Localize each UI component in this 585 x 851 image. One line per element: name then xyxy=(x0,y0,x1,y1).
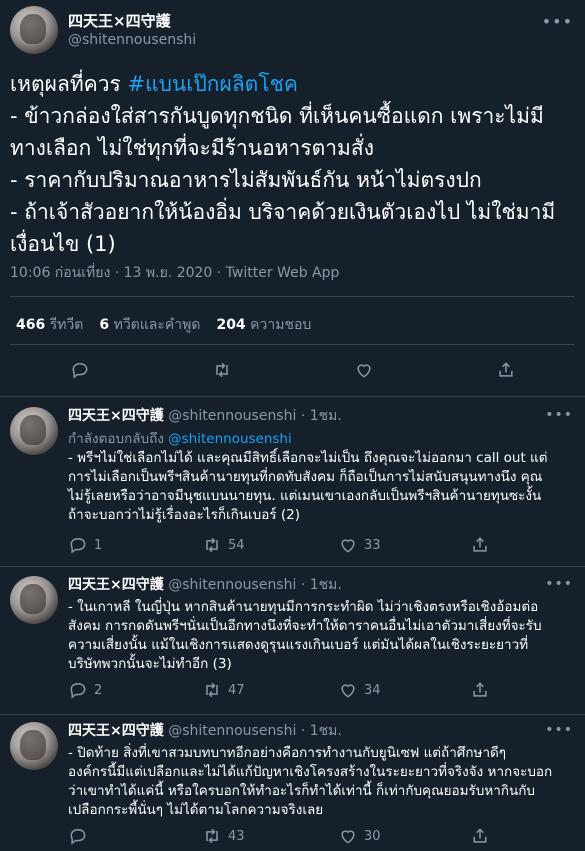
retweets-stat[interactable]: 466 รีทวีต xyxy=(16,314,83,336)
likes-count: 204 xyxy=(216,317,246,333)
tweet-text-lead: เหตุผลที่ควร xyxy=(10,72,128,96)
timestamp[interactable]: · 1ชม. xyxy=(301,723,342,739)
share-icon[interactable] xyxy=(496,360,516,380)
more-icon[interactable]: ••• xyxy=(545,407,573,423)
reply-actions: 1 54 33 xyxy=(0,535,585,561)
share-icon[interactable] xyxy=(470,826,490,846)
display-name[interactable]: 四天王×四守護 xyxy=(68,408,164,424)
reply-actions: 2 47 34 xyxy=(0,680,585,706)
reply-count: 2 xyxy=(94,682,103,698)
reply-text: - พรีฯไม่ใช่เลือกไม่ได้ และคุณมีสิทธิ์เล… xyxy=(68,450,548,523)
replying-to: กำลังตอบกลับถึง @shitennousenshi xyxy=(68,427,292,449)
reply-icon[interactable] xyxy=(70,360,90,380)
username[interactable]: @shitennousenshi xyxy=(68,31,196,49)
divider xyxy=(0,714,585,715)
tweet-text-body: - ข้าวกล่องใส่สารกันบูดทุกชนิด ที่เห็นคน… xyxy=(10,104,556,256)
retweet-icon[interactable]: 47 xyxy=(202,680,245,700)
avatar[interactable] xyxy=(10,407,58,455)
like-icon[interactable]: 30 xyxy=(338,826,381,846)
retweets-count: 466 xyxy=(16,317,46,333)
reply-icon[interactable] xyxy=(68,826,94,846)
more-icon[interactable]: ••• xyxy=(545,722,573,738)
tweet-header: 四天王×四守護 @shitennousenshi xyxy=(10,6,196,54)
tweet-stats: 466 รีทวีต 6 ทวีตและคำพูด 204 ความชอบ xyxy=(16,314,311,336)
reply-tweet[interactable]: 四天王×四守護 @shitennousenshi · 1ชม. ••• - ใน… xyxy=(0,576,585,716)
quotes-stat[interactable]: 6 ทวีตและคำพูด xyxy=(99,314,200,336)
avatar[interactable] xyxy=(10,576,58,624)
retweet-icon[interactable]: 54 xyxy=(202,535,245,555)
display-name[interactable]: 四天王×四守護 xyxy=(68,12,196,31)
quotes-label: ทวีตและคำพูด xyxy=(113,317,201,333)
reply-header: 四天王×四守護 @shitennousenshi · 1ชม. xyxy=(68,407,342,426)
share-icon[interactable] xyxy=(470,680,490,700)
username[interactable]: @shitennousenshi xyxy=(168,408,296,424)
quotes-count: 6 xyxy=(99,317,110,333)
reply-header: 四天王×四守護 @shitennousenshi · 1ชม. xyxy=(68,576,342,595)
username[interactable]: @shitennousenshi xyxy=(168,723,296,739)
avatar[interactable] xyxy=(10,6,58,54)
divider xyxy=(10,344,575,345)
more-icon[interactable]: ••• xyxy=(545,576,573,592)
reply-text: - ในเกาหลี ในญี่ปุ่น หากสินค้านายทุนมีกา… xyxy=(68,599,542,672)
retweet-icon[interactable] xyxy=(212,360,232,380)
divider xyxy=(10,296,575,297)
reply-tweet[interactable]: 四天王×四守護 @shitennousenshi · 1ชม. ••• - ปิ… xyxy=(0,722,585,851)
retweet-count: 47 xyxy=(228,682,245,698)
more-icon[interactable]: ••• xyxy=(542,12,573,31)
reply-tweet[interactable]: 四天王×四守護 @shitennousenshi · 1ชม. ••• กำลั… xyxy=(0,407,585,567)
retweet-count: 54 xyxy=(228,537,245,553)
timestamp[interactable]: · 1ชม. xyxy=(301,408,342,424)
replying-to-link[interactable]: @shitennousenshi xyxy=(168,431,292,447)
like-count: 30 xyxy=(364,828,381,844)
reply-text: - ปิดท้าย สิ่งที่เขาสวมบทบาทอีกอย่างคือก… xyxy=(68,745,553,818)
reply-header: 四天王×四守護 @shitennousenshi · 1ชม. xyxy=(68,722,342,741)
display-name[interactable]: 四天王×四守護 xyxy=(68,723,164,739)
reply-count: 1 xyxy=(94,537,103,553)
timestamp[interactable]: · 1ชม. xyxy=(301,577,342,593)
like-count: 33 xyxy=(364,537,381,553)
like-icon[interactable]: 33 xyxy=(338,535,381,555)
like-icon[interactable]: 34 xyxy=(338,680,381,700)
like-count: 34 xyxy=(364,682,381,698)
hashtag-link[interactable]: #แบนเป๊กผลิตโชค xyxy=(127,72,297,96)
divider xyxy=(0,396,585,397)
share-icon[interactable] xyxy=(470,535,490,555)
divider xyxy=(0,566,585,567)
reply-icon[interactable]: 2 xyxy=(68,680,102,700)
username[interactable]: @shitennousenshi xyxy=(168,577,296,593)
tweet-text: เหตุผลที่ควร #แบนเป๊กผลิตโชค - ข้าวกล่อง… xyxy=(10,68,578,260)
reply-icon[interactable]: 1 xyxy=(68,535,102,555)
likes-stat[interactable]: 204 ความชอบ xyxy=(216,314,311,336)
tweet-meta[interactable]: 10:06 ก่อนเที่ยง · 13 พ.ย. 2020 · Twitte… xyxy=(10,262,339,284)
avatar[interactable] xyxy=(10,722,58,770)
retweets-label: รีทวีต xyxy=(49,317,84,333)
likes-label: ความชอบ xyxy=(250,317,312,333)
like-icon[interactable] xyxy=(354,360,374,380)
tweet-actions xyxy=(0,360,585,386)
reply-actions: 43 30 xyxy=(0,826,585,851)
replying-label: กำลังตอบกลับถึง xyxy=(68,431,169,447)
retweet-count: 43 xyxy=(228,828,245,844)
display-name[interactable]: 四天王×四守護 xyxy=(68,577,164,593)
retweet-icon[interactable]: 43 xyxy=(202,826,245,846)
